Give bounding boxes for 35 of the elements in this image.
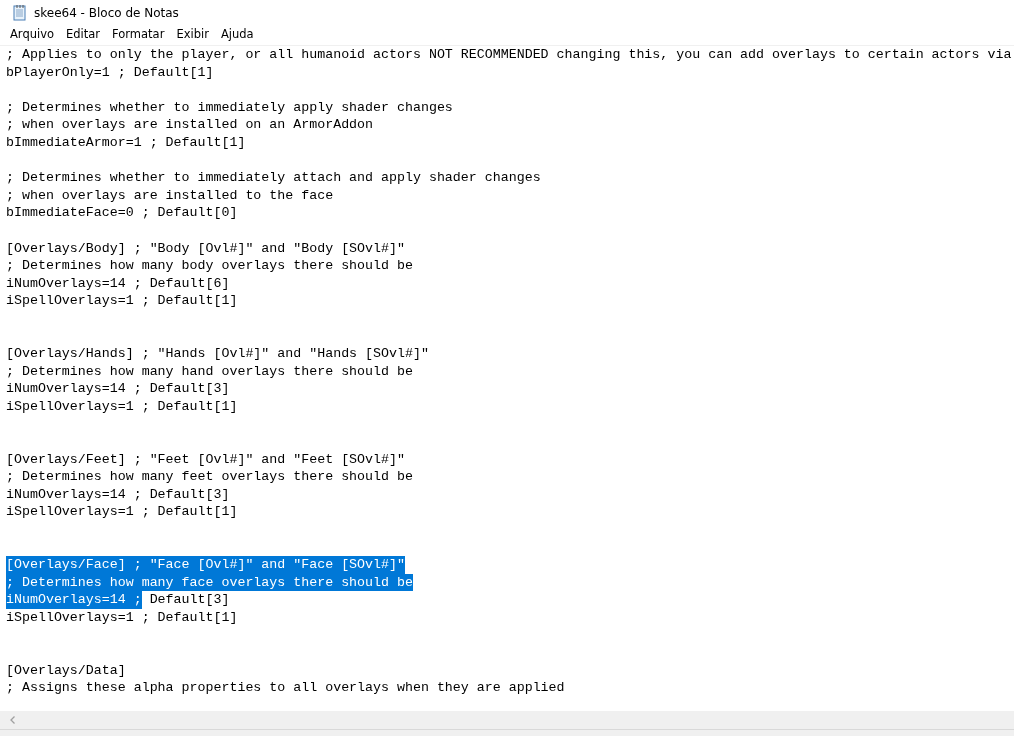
code-line: ; Applies to only the player, or all humanoid actors NOT RECOMMENDED changing this, you can add overlays to certain actors via	[6, 46, 1012, 64]
horizontal-scrollbar[interactable]	[0, 711, 1014, 729]
code-line: iNumOverlays=14 ; Default[3]	[6, 485, 230, 504]
scroll-left-icon[interactable]	[8, 715, 18, 725]
menu-item[interactable]: Ajuda	[214, 26, 260, 44]
code-line: Default[3]	[148, 591, 230, 609]
code-line: iSpellOverlays=1 ; Default[1]	[6, 503, 238, 522]
code-line: bImmediateArmor=1 ; Default[1]	[6, 133, 246, 152]
selected-text: [Overlays/Face] ; "Face [Ovl#]" and "Face [SOvl#]"	[6, 556, 405, 574]
code-line: iSpellOverlays=1 ; Default[1]	[6, 609, 238, 627]
menu-item[interactable]: Editar	[60, 26, 107, 44]
code-line: [Overlays/Body] ; "Body [Ovl#]" and "Body [SOvl#]"	[6, 239, 405, 258]
code-line: iSpellOverlays=1 ; Default[1]	[6, 397, 238, 416]
code-line: [Overlays/Feet] ; "Feet [Ovl#]" and "Feet [SOvl#]"	[6, 450, 405, 469]
menu-item[interactable]: Formatar	[106, 26, 171, 44]
code-line: iNumOverlays=14 ; Default[6]	[6, 274, 230, 293]
code-line: ; Determines whether to immediately attach and apply shader changes	[6, 169, 541, 187]
code-line: iSpellOverlays=1 ; Default[1]	[6, 292, 238, 310]
selected-text: iNumOverlays=14 ;	[6, 591, 142, 609]
code-line: ; Determines how many hand overlays there should be	[6, 362, 413, 381]
menu-item[interactable]: Arquivo	[4, 26, 61, 44]
code-line: [Overlays/Data]	[6, 661, 126, 680]
code-line: ; Determines whether to immediately apply shader changes	[6, 98, 453, 117]
code-line: ; when overlays are installed on an ArmorAddon	[6, 116, 374, 134]
code-line: ; Determines how many feet overlays there should be	[6, 468, 413, 486]
code-line: ; Assigns these alpha properties to all overlays when they are applied	[6, 679, 565, 697]
code-line: ; Determines how many body overlays there should be	[6, 257, 413, 275]
window-title: skee64 - Bloco de Notas	[34, 4, 179, 22]
code-line: iNumOverlays=14 ; Default[3]	[6, 380, 230, 398]
code-line: bImmediateFace=0 ; Default[0]	[6, 204, 238, 222]
notepad-icon	[12, 4, 28, 21]
menu-item[interactable]: Exibir	[170, 26, 215, 44]
code-line: bPlayerOnly=1 ; Default[1]	[6, 63, 214, 82]
code-line: ; when overlays are installed to the face	[6, 186, 334, 205]
code-line: [Overlays/Hands] ; "Hands [Ovl#]" and "Hands [SOvl#]"	[6, 345, 429, 363]
